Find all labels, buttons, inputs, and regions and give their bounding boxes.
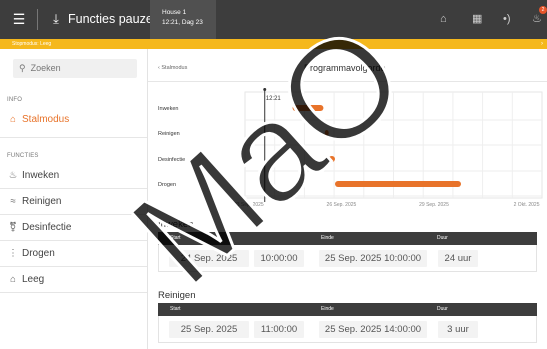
divider <box>148 81 547 82</box>
divider <box>0 137 147 138</box>
sidebar-item-label: Leeg <box>22 274 45 285</box>
gantt-bar <box>292 105 324 111</box>
divider <box>0 188 147 189</box>
program-title: Programmavolgorde <box>304 63 386 73</box>
spray-icon: ≈ <box>10 196 16 207</box>
header-end: Einde <box>321 306 334 312</box>
now-marker <box>263 88 267 91</box>
sidebar-item-label: Inweken <box>22 170 60 181</box>
divider <box>0 292 147 293</box>
back-link[interactable]: ‹ Stalmodus <box>158 65 187 71</box>
search-placeholder: Zoeken <box>30 63 61 73</box>
sidebar: ⚲ Zoeken INFO ⌂ Stalmodus FUNCTIES ♨ Inweke… <box>0 49 148 349</box>
duration-field[interactable]: 3 uur <box>438 321 478 338</box>
start-time-field[interactable]: 11:00:00 <box>254 321 304 338</box>
divider <box>37 9 38 30</box>
home-icon[interactable]: ⌂ <box>440 13 447 25</box>
sidebar-item-leeg[interactable]: ⌂ Leeg <box>7 274 44 285</box>
gantt-bar <box>328 156 335 162</box>
barn-icon: ⌂ <box>10 114 16 125</box>
x-tick-label: 26 Sep. 2025 <box>327 202 357 208</box>
bell-icon[interactable]: ♨ <box>532 13 542 25</box>
program-gantt-chart: Inweken Reinigen Desinfectie Drogen 23 Sep. … <box>158 88 543 208</box>
row-label: Drogen <box>158 182 176 188</box>
end-field: 25 Sep. 2025 14:00:00 <box>319 321 427 338</box>
table-header: Start Einde Duur <box>158 232 537 245</box>
divider <box>0 266 147 267</box>
sidebar-item-drogen[interactable]: ⋮ Drogen <box>7 248 55 259</box>
sidebar-item-desinfectie[interactable]: ⚧ Desinfectie <box>7 222 71 233</box>
droplet-icon: ♨ <box>8 170 18 181</box>
row-label: Inweken <box>158 106 179 112</box>
functies-section-label: FUNCTIES <box>7 153 39 159</box>
close-icon[interactable]: › <box>541 39 543 49</box>
start-time-field[interactable]: 10:00:00 <box>254 250 304 267</box>
table-row: 25 Sep. 2025 11:00:00 25 Sep. 2025 14:00… <box>158 316 537 343</box>
table-header: Start Einde Duur <box>158 303 537 316</box>
divider <box>0 214 147 215</box>
gantt-bar <box>324 130 329 136</box>
table-row: 24 Sep. 2025 10:00:00 25 Sep. 2025 10:00… <box>158 245 537 272</box>
house-icon: ⌂ <box>10 274 16 285</box>
search-input[interactable]: ⚲ Zoeken <box>13 59 137 78</box>
duration-field[interactable]: 24 uur <box>438 250 478 267</box>
now-label: 12:21 <box>266 96 282 102</box>
start-date-field[interactable]: 24 Sep. 2025 <box>169 250 249 267</box>
flask-icon: ⚧ <box>9 222 17 233</box>
row-label: Desinfectie <box>158 157 185 163</box>
start-date-field[interactable]: 25 Sep. 2025 <box>169 321 249 338</box>
header-duration: Duur <box>437 306 448 312</box>
menu-icon[interactable]: ☰ <box>12 12 26 26</box>
banner-text: Stopmodus: Leeg <box>12 41 52 47</box>
header-start: Start <box>170 306 181 312</box>
signal-icon[interactable]: •) <box>503 13 511 25</box>
sidebar-item-label: Desinfectie <box>22 222 72 233</box>
save-icon[interactable]: ▦ <box>472 13 482 25</box>
x-tick-label: 2 Okt. 2025 <box>514 202 540 208</box>
header-start: Start <box>170 235 181 241</box>
house-name: House 1 <box>162 9 187 16</box>
sidebar-item-label: Stalmodus <box>22 114 70 125</box>
section-title-reinigen: Reinigen <box>158 290 196 301</box>
status-banner: Stopmodus: Leeg › <box>0 39 547 49</box>
sidebar-item-inweken[interactable]: ♨ Inweken <box>7 170 60 181</box>
header-end: Einde <box>321 235 334 241</box>
alert-badge: 2 <box>539 6 547 14</box>
sidebar-item-label: Reinigen <box>22 196 62 207</box>
header-duration: Duur <box>437 235 448 241</box>
x-tick-label: 23 Sep. 2025 <box>234 202 264 208</box>
heat-icon: ⋮ <box>8 248 18 259</box>
sidebar-item-reinigen[interactable]: ≈ Reinigen <box>7 196 61 207</box>
gantt-bar <box>335 181 461 187</box>
sidebar-item-stalmodus[interactable]: ⌂ Stalmodus <box>7 114 69 125</box>
pause-functions-icon: ⤓ <box>53 11 59 26</box>
sidebar-item-label: Drogen <box>22 248 55 259</box>
search-icon: ⚲ <box>19 63 26 73</box>
back-label: Stalmodus <box>161 65 188 71</box>
x-tick-label: 29 Sep. 2025 <box>419 202 449 208</box>
top-bar: ☰ ⤓ Functies pauzeren House 1 12:21, Dag… <box>0 0 547 39</box>
end-field: 25 Sep. 2025 10:00:00 <box>319 250 427 267</box>
row-label: Reinigen <box>158 131 180 137</box>
info-section-label: INFO <box>7 97 23 103</box>
current-datetime: 12:21, Dag 23 <box>162 19 203 26</box>
section-title-inweken: Inweken <box>158 219 194 230</box>
divider <box>0 240 147 241</box>
